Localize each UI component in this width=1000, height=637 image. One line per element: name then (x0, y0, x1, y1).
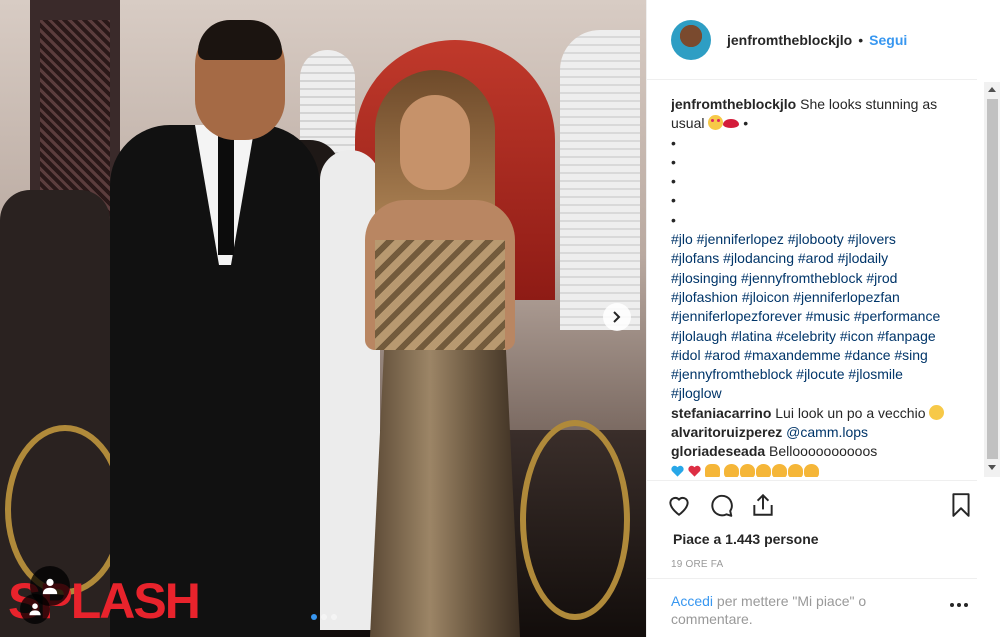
hashtag-line[interactable]: #jlosinging #jennyfromtheblock #jrod (671, 269, 967, 288)
share-button[interactable] (749, 491, 777, 519)
comment-username[interactable]: gloriadeseada (671, 443, 765, 459)
comment-mention[interactable]: @camm.lops (786, 424, 868, 440)
photo-shutter-right (560, 30, 640, 330)
carousel-dot-3 (331, 614, 337, 620)
comment-item: gloriadeseada Belloooooooooos (671, 442, 967, 461)
hashtag-line[interactable]: #jennyfromtheblock #jlocute #jlosmile (671, 365, 967, 384)
clap-emoji-icon (803, 463, 819, 477)
hashtag-line[interactable]: #jlofashion #jloicon #jenniferlopezfan (671, 288, 967, 307)
comment-button[interactable] (707, 491, 735, 519)
carousel-dot-2 (321, 614, 327, 620)
caption-bullet: • (671, 134, 676, 151)
photo-man (110, 20, 320, 637)
tagged-users-icon-small[interactable] (20, 594, 50, 624)
comment-item: alvaritoruizperez @camm.lops (671, 423, 967, 442)
hashtag-line[interactable]: #jloglow (671, 384, 967, 403)
caption-line: jenfromtheblockjlo She looks stunning as (671, 95, 967, 114)
login-prompt: Accedi per mettere "Mi piace" o commenta… (647, 578, 977, 637)
post-photo: SPLASH (0, 0, 646, 637)
clap-emoji-icon (723, 463, 739, 477)
clap-emoji-icon (739, 463, 755, 477)
avatar[interactable] (671, 19, 711, 60)
heart-icon (669, 497, 689, 516)
comment-item: stefaniacarrino Lui look un po a vecchio (671, 404, 967, 423)
hashtag-line[interactable]: #jlo #jenniferlopez #jlobooty #jlovers (671, 230, 967, 249)
caption-text: She looks stunning as (800, 96, 938, 112)
caption-line-2: usual • (671, 114, 967, 133)
user-icon (42, 578, 58, 595)
bookmark-icon (952, 493, 970, 517)
user-icon (29, 603, 41, 616)
scroll-up-icon[interactable] (988, 87, 996, 92)
chevron-right-icon (613, 311, 621, 323)
login-text-block: Accedi per mettere "Mi piace" o commenta… (671, 592, 911, 628)
comment-text: Lui look un po a vecchio (775, 404, 926, 421)
comment-text: Belloooooooooos (769, 443, 878, 460)
carousel-dot-1 (311, 614, 317, 620)
hashtag-line[interactable]: #idol #arod #maxandemme #dance #sing (671, 346, 967, 365)
hashtag-line[interactable]: #jlofans #jlodancing #arod #jlodaily (671, 249, 967, 268)
comment-username[interactable]: stefaniacarrino (671, 405, 771, 421)
post-timestamp[interactable]: 19 ORE FA (671, 559, 723, 570)
hashtag-line[interactable]: #jlolaugh #latina #celebrity #icon #fanp… (671, 327, 967, 346)
caption-bullet: • (671, 153, 676, 170)
clap-emoji-icon (771, 463, 787, 477)
pray-emoji-icon (704, 463, 720, 477)
clap-emoji-icon (787, 463, 803, 477)
more-icon-dot (957, 603, 961, 607)
more-icon-dot (964, 603, 968, 607)
clap-emoji-icon (755, 463, 771, 477)
scrollbar-thumb[interactable] (987, 99, 998, 459)
hashtag-line[interactable]: #jenniferlopezforever #music #performanc… (671, 307, 967, 326)
photo-chair-left (5, 425, 125, 595)
heart-eyes-emoji-icon (708, 115, 724, 131)
caption-text-2: usual (671, 115, 705, 132)
caption-bullet: • (671, 192, 676, 209)
comments-scrollbar[interactable] (984, 82, 1000, 477)
post-sidebar: jenfromtheblockjlo • Segui jenfromtheblo… (646, 0, 1000, 637)
photo-chair-right (520, 420, 630, 620)
caption-username[interactable]: jenfromtheblockjlo (671, 96, 796, 112)
caption-bullet: • (671, 173, 676, 190)
caption-bullet-inline: • (743, 115, 749, 132)
laughing-emoji-icon (929, 404, 945, 420)
photo-woman (345, 70, 535, 637)
post-header: jenfromtheblockjlo • Segui (647, 0, 977, 80)
action-bar (647, 480, 977, 530)
more-options-button[interactable] (950, 603, 968, 607)
header-separator: • (858, 31, 864, 48)
share-icon (753, 493, 773, 516)
caption-bullet: • (671, 211, 676, 228)
comment-emoji-line (671, 462, 967, 477)
save-button[interactable] (947, 491, 975, 519)
red-heart-emoji-icon (688, 465, 701, 477)
blue-heart-emoji-icon (671, 465, 684, 477)
scroll-down-icon[interactable] (988, 465, 996, 470)
carousel-dots (311, 614, 337, 620)
comment-icon (711, 494, 733, 517)
likes-count[interactable]: Piace a 1.443 persone (673, 531, 819, 547)
login-link[interactable]: Accedi (671, 593, 713, 609)
comment-username[interactable]: alvaritoruizperez (671, 424, 782, 440)
carousel-next-button[interactable] (603, 303, 631, 331)
lips-emoji-icon (723, 119, 740, 129)
more-icon (950, 603, 954, 607)
like-button[interactable] (665, 491, 693, 519)
follow-button[interactable]: Segui (869, 32, 907, 48)
header-username[interactable]: jenfromtheblockjlo (727, 32, 852, 48)
comments-list: jenfromtheblockjlo She looks stunning as… (671, 95, 967, 477)
